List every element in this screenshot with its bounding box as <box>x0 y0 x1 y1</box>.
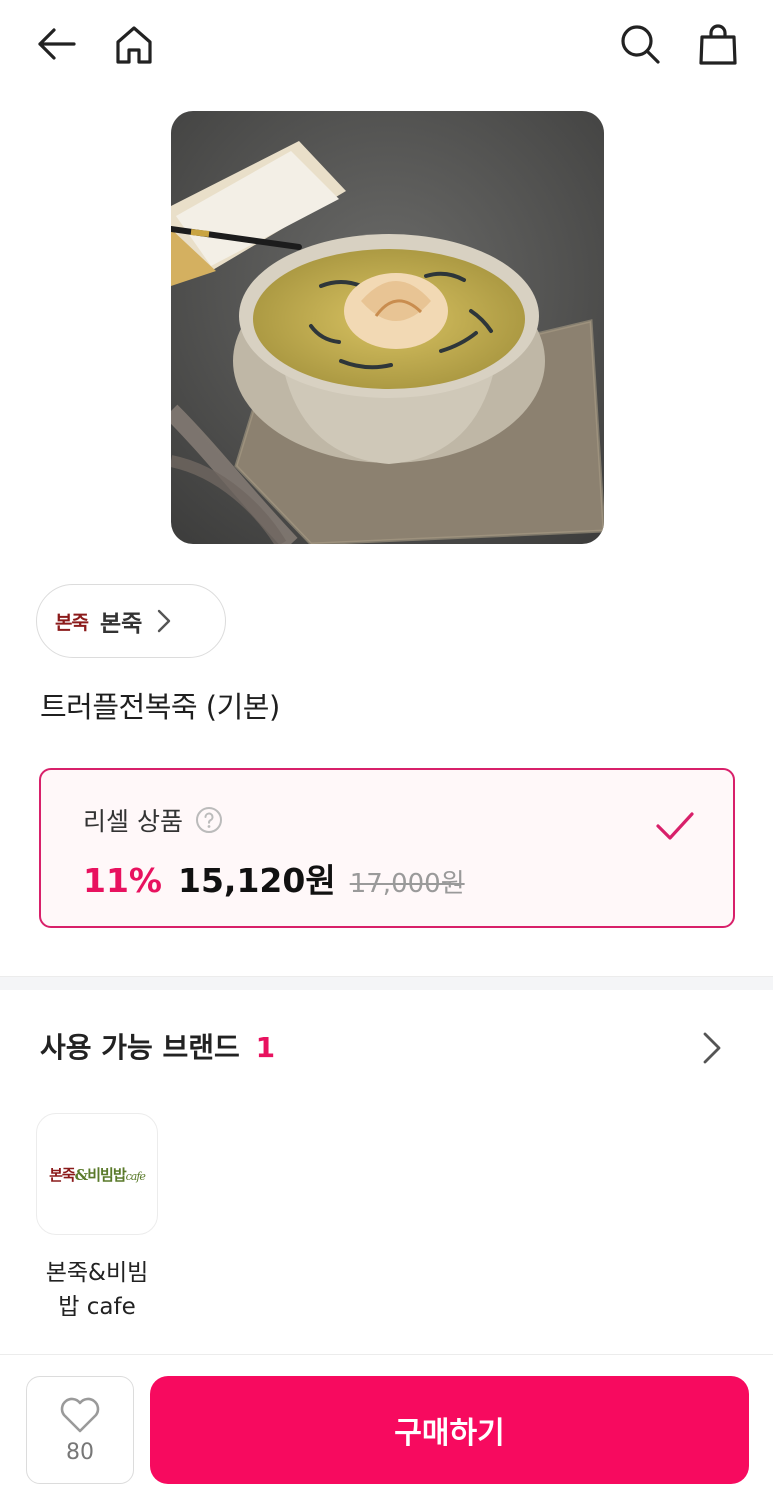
discount-rate: 11% <box>83 861 162 900</box>
home-icon <box>116 26 152 64</box>
tile-logo-part1: 본죽 <box>49 1165 76 1184</box>
available-brands-more-button[interactable] <box>692 1024 732 1072</box>
product-image <box>171 111 604 544</box>
section-divider <box>0 976 773 990</box>
like-count: 80 <box>66 1439 94 1465</box>
shopping-bag-icon <box>699 24 737 65</box>
home-button[interactable] <box>110 20 158 68</box>
search-button[interactable] <box>616 20 664 68</box>
product-title: 트러플전복죽 (기본) <box>40 690 280 724</box>
food-photo <box>171 111 604 544</box>
brand-tile-logo: 본죽&비빔밥cafe <box>49 1164 146 1185</box>
brand-tile-name[interactable]: 본죽&비빔밥 cafe <box>36 1256 158 1324</box>
tile-logo-part2: &비빔밥 <box>74 1165 127 1184</box>
search-icon <box>621 25 660 64</box>
brand-count: 1 <box>255 1031 276 1064</box>
shopping-bag-button[interactable] <box>694 20 742 68</box>
option-label-row: 리셀 상품 <box>83 802 223 838</box>
sale-price: 15,120원 <box>178 861 336 900</box>
resale-option-card[interactable]: 리셀 상품 11% 15,120원 17,000원 <box>39 768 735 928</box>
brand-chip[interactable]: 본죽 본죽 <box>36 584 226 658</box>
heart-icon <box>60 1397 100 1432</box>
top-navigation-bar <box>0 0 773 90</box>
available-brands-title: 사용 가능 브랜드 1 <box>40 1026 275 1066</box>
buy-button[interactable]: 구매하기 <box>150 1376 749 1484</box>
brand-tile[interactable]: 본죽&비빔밥cafe <box>36 1113 158 1235</box>
like-button[interactable]: 80 <box>26 1376 134 1484</box>
option-label: 리셀 상품 <box>83 807 183 836</box>
brand-logo: 본죽 <box>55 611 89 634</box>
chevron-right-icon <box>703 1032 721 1064</box>
brand-name: 본죽 <box>99 611 143 637</box>
check-icon <box>656 812 694 840</box>
back-button[interactable] <box>32 20 80 68</box>
price-row: 11% 15,120원 17,000원 <box>83 854 465 902</box>
question-circle-icon[interactable] <box>195 806 223 834</box>
section-title-text: 사용 가능 브랜드 <box>40 1031 240 1064</box>
bottom-action-bar: 80 구매하기 <box>0 1354 773 1509</box>
original-price: 17,000원 <box>349 869 465 899</box>
arrow-left-icon <box>38 28 76 60</box>
chevron-right-icon <box>158 609 171 633</box>
tile-logo-part3: cafe <box>125 1169 146 1183</box>
